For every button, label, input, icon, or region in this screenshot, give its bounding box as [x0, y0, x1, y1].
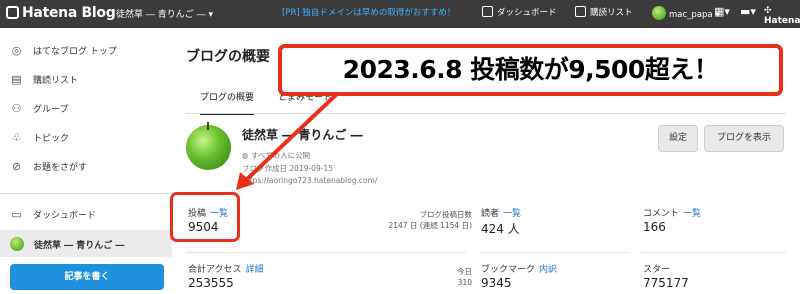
annotation-arrow-icon	[236, 91, 340, 190]
